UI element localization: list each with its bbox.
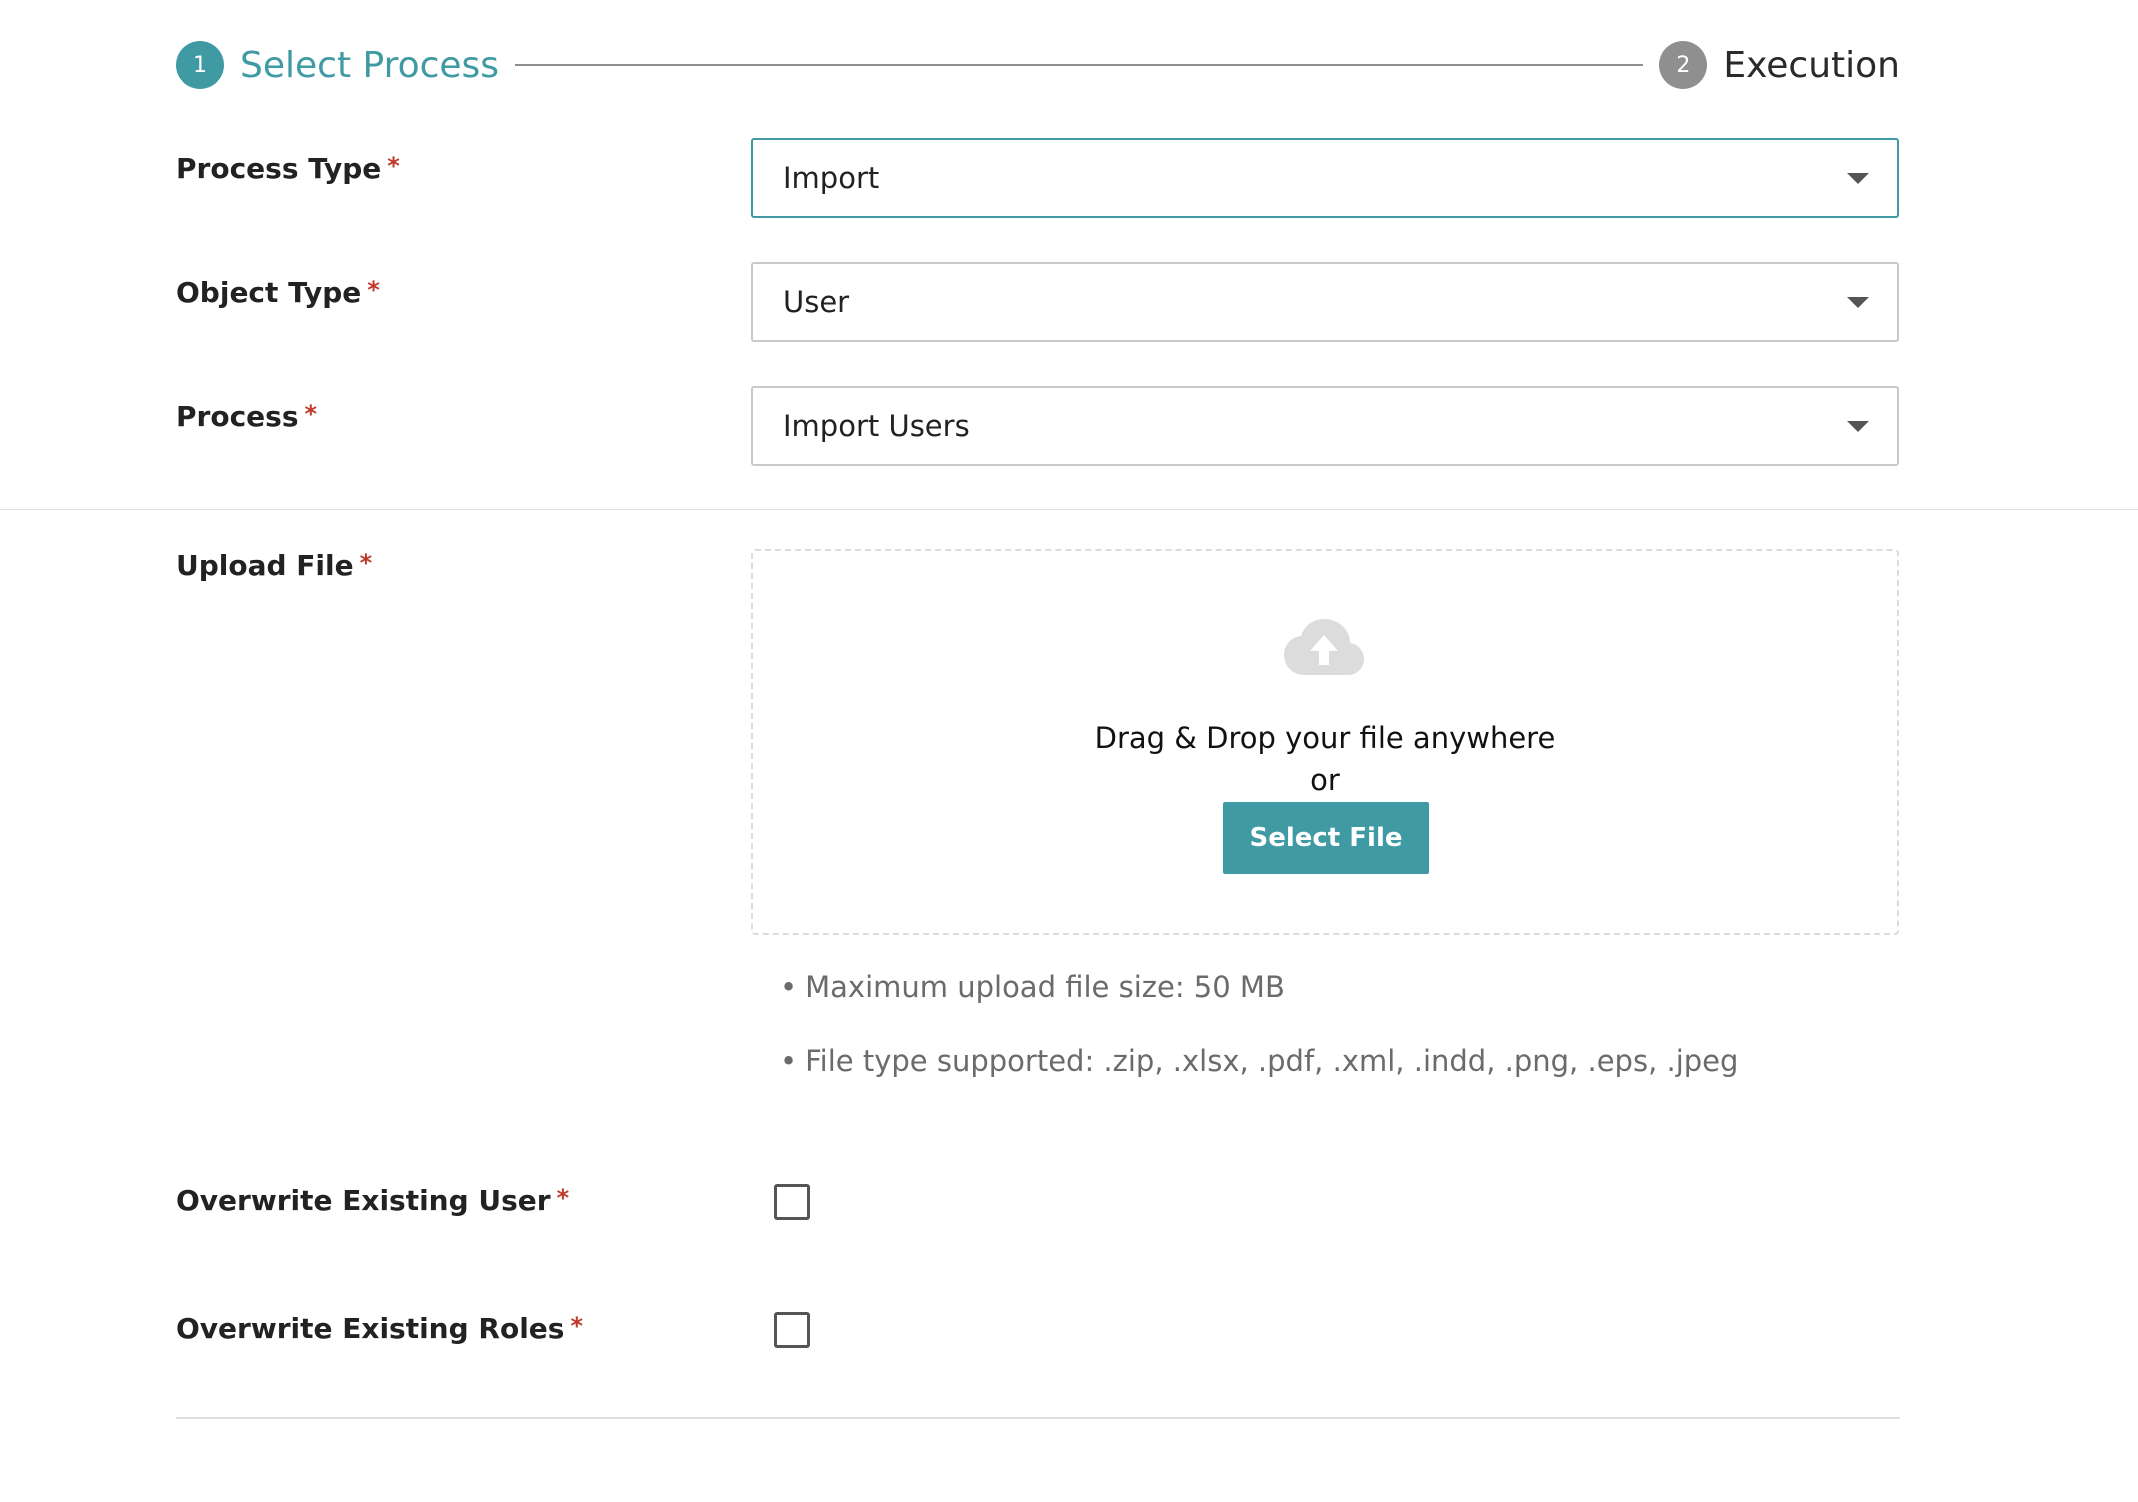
process-select[interactable]: Import Users xyxy=(751,386,1899,466)
step-1-label: Select Process xyxy=(240,44,500,86)
object-type-select[interactable]: User xyxy=(751,262,1899,342)
required-marker: * xyxy=(387,152,400,180)
required-marker: * xyxy=(359,549,373,577)
required-marker: * xyxy=(304,400,318,428)
step-2-label: Execution xyxy=(1723,44,1900,86)
step-1-number: 1 xyxy=(176,41,224,89)
required-marker: * xyxy=(367,276,380,304)
section-divider xyxy=(0,509,2138,510)
process-type-value: Import xyxy=(783,161,880,195)
upload-hint-types-text: File type supported: .zip, .xlsx, .pdf, … xyxy=(805,1044,1739,1078)
file-dropzone[interactable]: Drag & Drop your file anywhere or Select… xyxy=(751,549,1899,935)
select-file-button[interactable]: Select File xyxy=(1223,802,1429,874)
process-type-select[interactable]: Import xyxy=(751,138,1899,218)
required-marker: * xyxy=(556,1184,570,1212)
object-type-label: Object Type * xyxy=(176,276,380,309)
overwrite-user-label: Overwrite Existing User * xyxy=(176,1184,569,1217)
process-type-label-text: Process Type xyxy=(176,152,382,185)
cloud-upload-icon xyxy=(1284,619,1364,675)
process-label-text: Process xyxy=(176,400,299,433)
object-type-value: User xyxy=(783,285,850,319)
overwrite-roles-checkbox[interactable] xyxy=(774,1312,810,1348)
process-type-label: Process Type * xyxy=(176,152,400,185)
step-execution[interactable]: 2 Execution xyxy=(1659,41,1900,89)
bullet: • xyxy=(780,1044,798,1078)
stepper-connector xyxy=(515,64,1644,66)
upload-file-label-text: Upload File xyxy=(176,549,354,582)
overwrite-roles-label: Overwrite Existing Roles * xyxy=(176,1312,583,1345)
overwrite-user-label-text: Overwrite Existing User xyxy=(176,1184,551,1217)
upload-hint-size-text: Maximum upload file size: 50 MB xyxy=(805,970,1285,1004)
process-label: Process * xyxy=(176,400,317,433)
required-marker: * xyxy=(570,1312,584,1340)
chevron-down-icon xyxy=(1847,296,1869,308)
drop-instruction: Drag & Drop your file anywhere xyxy=(1094,721,1556,755)
bullet: • xyxy=(780,970,798,1004)
step-select-process[interactable]: 1 Select Process xyxy=(176,41,499,89)
chevron-down-icon xyxy=(1847,420,1869,432)
upload-file-label: Upload File * xyxy=(176,549,372,582)
overwrite-user-checkbox[interactable] xyxy=(774,1184,810,1220)
object-type-label-text: Object Type xyxy=(176,276,362,309)
form-bottom-divider xyxy=(176,1417,1900,1419)
chevron-down-icon xyxy=(1847,172,1869,184)
upload-hint-size: • Maximum upload file size: 50 MB xyxy=(780,970,1285,1004)
step-2-number: 2 xyxy=(1659,41,1708,89)
upload-hint-types: • File type supported: .zip, .xlsx, .pdf,… xyxy=(780,1044,1738,1078)
overwrite-roles-label-text: Overwrite Existing Roles xyxy=(176,1312,565,1345)
process-stepper: 1 Select Process 2 Execution xyxy=(176,40,1900,90)
process-value: Import Users xyxy=(783,409,970,443)
drop-or-text: or xyxy=(1310,763,1340,797)
